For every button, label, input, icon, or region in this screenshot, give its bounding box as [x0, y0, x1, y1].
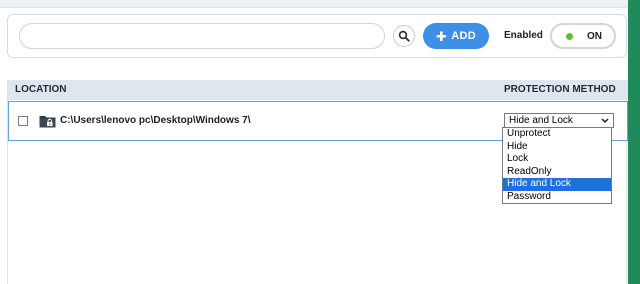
desktop-edge	[628, 0, 640, 284]
add-button[interactable]: ✚ ADD	[423, 23, 489, 49]
row-location-path: C:\Users\lenovo pc\Desktop\Windows 7\	[60, 115, 251, 126]
column-header-location[interactable]: LOCATION	[15, 84, 66, 95]
row-checkbox[interactable]	[18, 116, 28, 126]
app-window: ✚ ADD Enabled ON LOCATION PROTECTION MET…	[0, 0, 640, 284]
locked-folder-icon	[39, 116, 56, 128]
option-hide[interactable]: Hide	[503, 141, 611, 154]
column-header-protection-method[interactable]: PROTECTION METHOD	[504, 84, 616, 95]
enabled-label: Enabled	[504, 30, 543, 41]
search-icon	[398, 30, 410, 42]
chevron-down-icon	[601, 118, 609, 124]
toolbar: ✚ ADD Enabled ON	[7, 14, 627, 58]
option-lock[interactable]: Lock	[503, 153, 611, 166]
search-input[interactable]	[19, 23, 385, 49]
toggle-status-dot	[566, 32, 573, 40]
option-unprotect[interactable]: Unprotect	[503, 128, 611, 141]
search-button[interactable]	[393, 25, 415, 47]
protection-method-select[interactable]: Hide and Lock	[504, 113, 614, 128]
toggle-state-label: ON	[587, 30, 602, 42]
plus-icon: ✚	[436, 28, 448, 44]
option-password[interactable]: Password	[503, 191, 611, 204]
table-header: LOCATION PROTECTION METHOD	[8, 80, 628, 100]
option-hide-and-lock[interactable]: Hide and Lock	[503, 178, 611, 191]
top-strip	[0, 0, 640, 8]
protection-method-value: Hide and Lock	[509, 115, 573, 126]
option-readonly[interactable]: ReadOnly	[503, 166, 611, 179]
add-button-label: ADD	[451, 30, 476, 42]
protection-method-dropdown: Unprotect Hide Lock ReadOnly Hide and Lo…	[502, 127, 612, 204]
enabled-toggle[interactable]: ON	[550, 23, 616, 49]
